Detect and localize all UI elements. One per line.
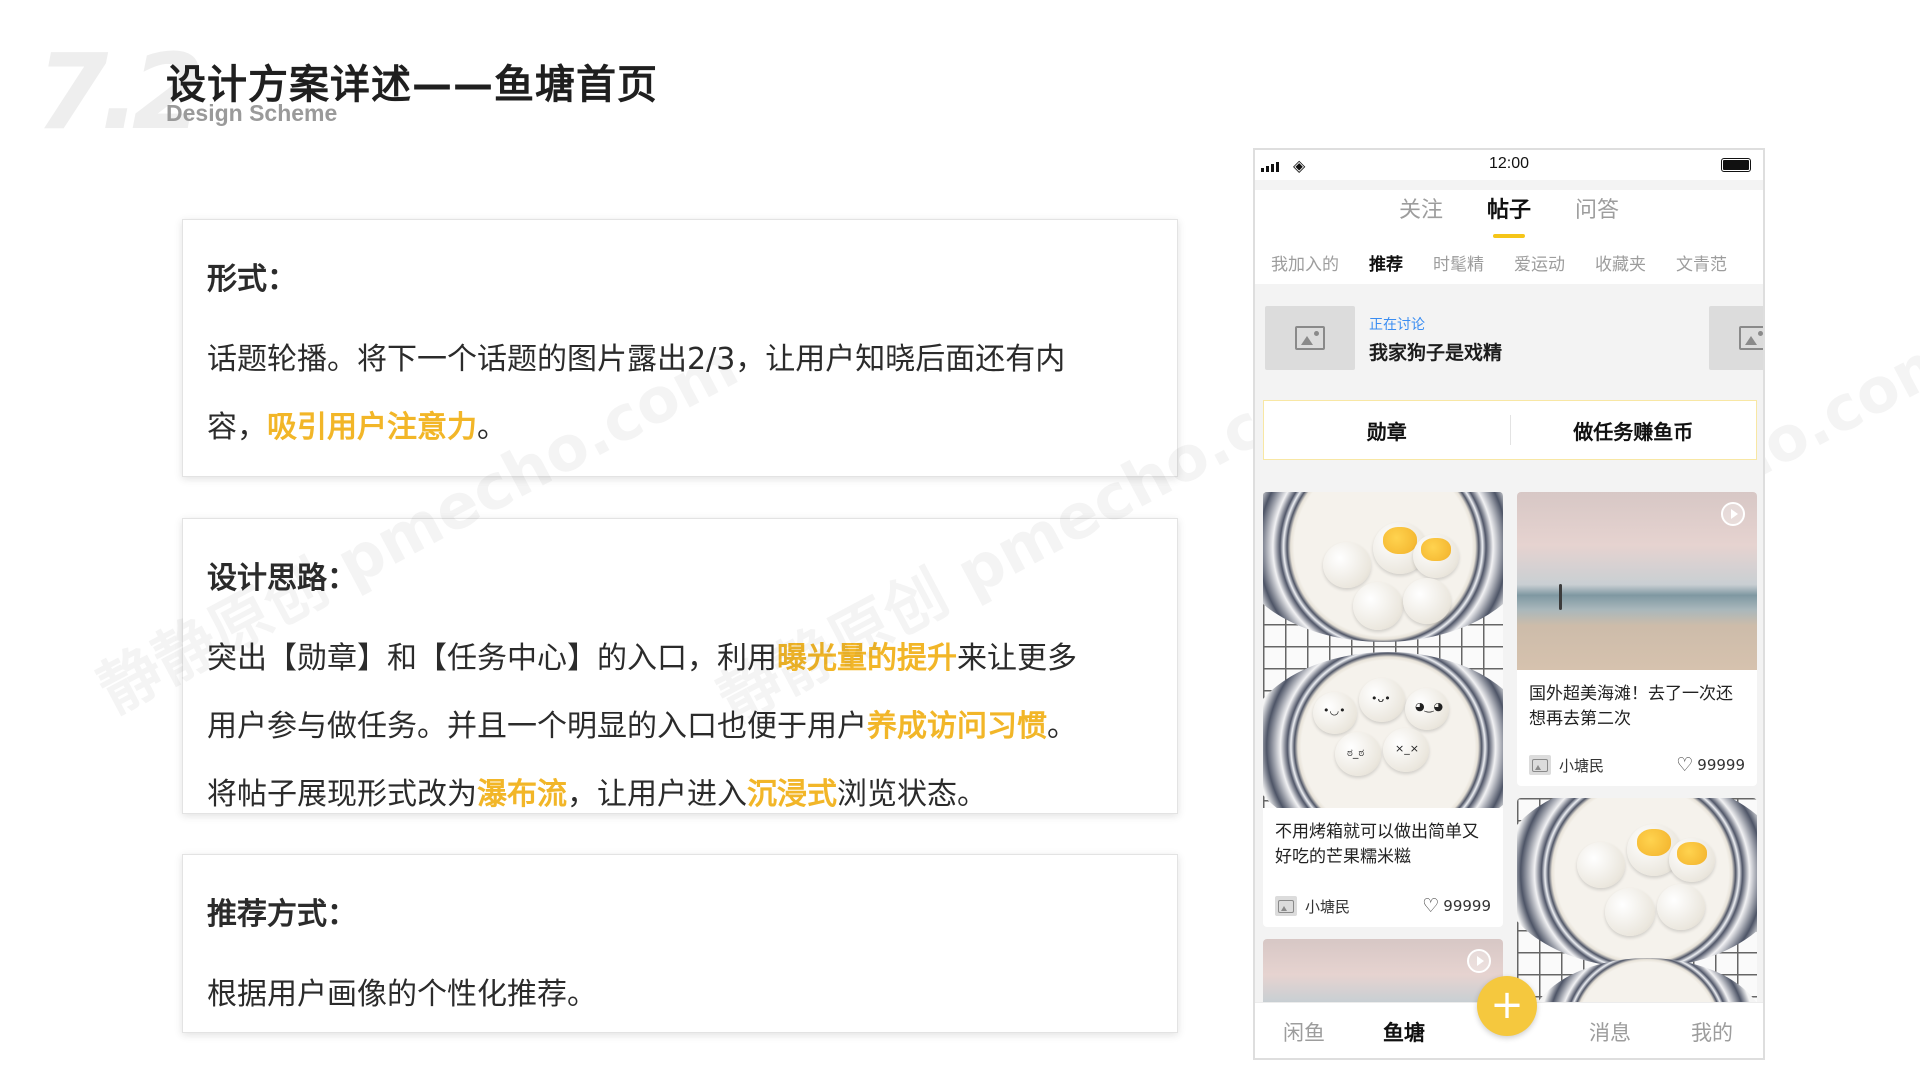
status-time: 12:00 — [1488, 155, 1530, 172]
post-image[interactable] — [1517, 492, 1757, 670]
subtab-literary[interactable]: 文青范 — [1676, 238, 1727, 284]
nav-messages[interactable]: 消息 — [1589, 1017, 1631, 1047]
like-count: 99999 — [1443, 897, 1491, 915]
body-text: 将帖子展现形式改为 — [207, 777, 477, 812]
image-placeholder-icon — [1295, 326, 1325, 350]
play-icon[interactable] — [1721, 502, 1745, 526]
highlight-text: 吸引用户注意力 — [267, 410, 477, 445]
nav-yutang[interactable]: 鱼塘 — [1383, 1017, 1425, 1047]
tab-follow[interactable]: 关注 — [1399, 190, 1443, 238]
topic-title[interactable]: 我家狗子是戏精 — [1369, 338, 1502, 365]
card-text-line: 突出【勋章】和【任务中心】的入口，利用曝光量的提升来让更多 — [207, 625, 1153, 693]
avatar[interactable] — [1275, 896, 1297, 916]
next-topic-image[interactable] — [1709, 306, 1763, 370]
card-text-line: 用户参与做任务。并且一个明显的入口也便于用户养成访问习惯。 — [207, 693, 1153, 761]
post-author[interactable]: 小塘民 — [1305, 896, 1422, 917]
nav-xianyu[interactable]: 闲鱼 — [1283, 1017, 1325, 1047]
post-title[interactable]: 国外超美海滩！去了一次还想再去第二次 — [1517, 670, 1757, 732]
entry-bar: 勋章 做任务赚鱼币 — [1263, 400, 1757, 460]
highlight-text: 沉浸式 — [747, 777, 837, 812]
card-heading: 推荐方式： — [207, 897, 357, 932]
sub-tabs: 我加入的 推荐 时髦精 爱运动 收藏夹 文青范 — [1255, 238, 1763, 284]
badge-entry-button[interactable]: 勋章 — [1264, 416, 1510, 445]
tab-qa[interactable]: 问答 — [1575, 190, 1619, 238]
body-text: 话题轮播。将下一个话题的图片露出2/3，让用户知晓后面还有内 — [207, 342, 1066, 377]
image-placeholder-icon — [1532, 758, 1548, 772]
waterfall-feed: •◡• •ᴗ• ◕‿◕ ಠ_ಠ ×_× 不用烤箱就可以做出简单又好吃的芒果糯米糍… — [1255, 492, 1763, 1002]
body-text: 。 — [477, 410, 507, 445]
nav-mine[interactable]: 我的 — [1691, 1017, 1733, 1047]
card-design-idea: 设计思路： 突出【勋章】和【任务中心】的入口，利用曝光量的提升来让更多 用户参与做… — [182, 518, 1178, 814]
bottom-nav: 闲鱼 鱼塘 + 消息 我的 — [1255, 976, 1763, 1058]
subtab-fashion[interactable]: 时髦精 — [1433, 238, 1484, 284]
topic-carousel[interactable]: 正在讨论 我家狗子是戏精 — [1255, 284, 1763, 384]
post-meta: 小塘民 ♡ 99999 — [1275, 895, 1491, 917]
body-text: ，让用户进入 — [567, 777, 747, 812]
main-tabs: 关注 帖子 问答 — [1255, 190, 1763, 238]
post-author[interactable]: 小塘民 — [1559, 755, 1676, 776]
publish-plus-button[interactable]: + — [1477, 976, 1537, 1036]
post-meta: 小塘民 ♡ 99999 — [1529, 754, 1745, 776]
tab-posts[interactable]: 帖子 — [1487, 190, 1531, 238]
card-body: 话题轮播。将下一个话题的图片露出2/3，让用户知晓后面还有内 容，吸引用户注意力。 — [207, 326, 1153, 462]
battery-icon — [1721, 158, 1751, 172]
highlight-text: 养成访问习惯 — [867, 709, 1047, 744]
card-body: 根据用户画像的个性化推荐。 — [207, 961, 1153, 1029]
subtab-favorites[interactable]: 收藏夹 — [1595, 238, 1646, 284]
card-text-line: 容，吸引用户注意力。 — [207, 394, 1153, 462]
body-text: 。 — [1047, 709, 1077, 744]
subtab-joined[interactable]: 我加入的 — [1271, 238, 1339, 284]
body-text: 用户参与做任务。并且一个明显的入口也便于用户 — [207, 709, 867, 744]
card-heading: 形式： — [207, 262, 297, 297]
post-image[interactable] — [1517, 798, 1757, 1002]
image-placeholder-icon — [1739, 326, 1763, 350]
body-text: 根据用户画像的个性化推荐。 — [207, 977, 597, 1012]
phone-mockup: ◈ 12:00 关注 帖子 问答 我加入的 推荐 时髦精 爱运动 收藏夹 文青范… — [1253, 148, 1765, 1060]
post-image[interactable]: •◡• •ᴗ• ◕‿◕ ಠ_ಠ ×_× — [1263, 492, 1503, 808]
avatar[interactable] — [1529, 755, 1551, 775]
card-recommend-method: 推荐方式： 根据用户画像的个性化推荐。 — [182, 854, 1178, 1033]
image-placeholder-icon — [1278, 899, 1294, 913]
page-subtitle: Design Scheme — [166, 100, 338, 126]
post-card[interactable] — [1517, 798, 1757, 1002]
card-text-line: 将帖子展现形式改为瀑布流，让用户进入沉浸式浏览状态。 — [207, 761, 1153, 829]
subtab-sports[interactable]: 爱运动 — [1514, 238, 1565, 284]
subtab-recommended[interactable]: 推荐 — [1369, 238, 1403, 284]
heart-icon[interactable]: ♡ — [1422, 895, 1439, 917]
card-text-line: 根据用户画像的个性化推荐。 — [207, 961, 1153, 1029]
body-text: 来让更多 — [957, 641, 1077, 676]
post-image[interactable] — [1263, 939, 1503, 1002]
body-text: 容， — [207, 410, 267, 445]
post-card[interactable] — [1263, 939, 1503, 1002]
post-title[interactable]: 不用烤箱就可以做出简单又好吃的芒果糯米糍 — [1263, 808, 1503, 870]
card-form: 形式： 话题轮播。将下一个话题的图片露出2/3，让用户知晓后面还有内 容，吸引用户… — [182, 219, 1178, 477]
card-heading: 设计思路： — [207, 561, 357, 596]
body-text: 突出【勋章】和【任务中心】的入口，利用 — [207, 641, 777, 676]
post-card[interactable]: •◡• •ᴗ• ◕‿◕ ಠ_ಠ ×_× 不用烤箱就可以做出简单又好吃的芒果糯米糍… — [1263, 492, 1503, 927]
heart-icon[interactable]: ♡ — [1676, 754, 1693, 776]
body-text: 浏览状态。 — [837, 777, 987, 812]
topic-label: 正在讨论 — [1369, 317, 1425, 333]
card-body: 突出【勋章】和【任务中心】的入口，利用曝光量的提升来让更多 用户参与做任务。并且一… — [207, 625, 1153, 829]
highlight-text: 曝光量的提升 — [777, 641, 957, 676]
play-icon[interactable] — [1467, 949, 1491, 973]
like-count: 99999 — [1697, 756, 1745, 774]
task-entry-button[interactable]: 做任务赚鱼币 — [1511, 416, 1757, 445]
highlight-text: 瀑布流 — [477, 777, 567, 812]
card-text-line: 话题轮播。将下一个话题的图片露出2/3，让用户知晓后面还有内 — [207, 326, 1153, 394]
post-card[interactable]: 国外超美海滩！去了一次还想再去第二次 小塘民 ♡ 99999 — [1517, 492, 1757, 786]
status-bar: ◈ 12:00 — [1255, 150, 1763, 180]
topic-image[interactable] — [1265, 306, 1355, 370]
